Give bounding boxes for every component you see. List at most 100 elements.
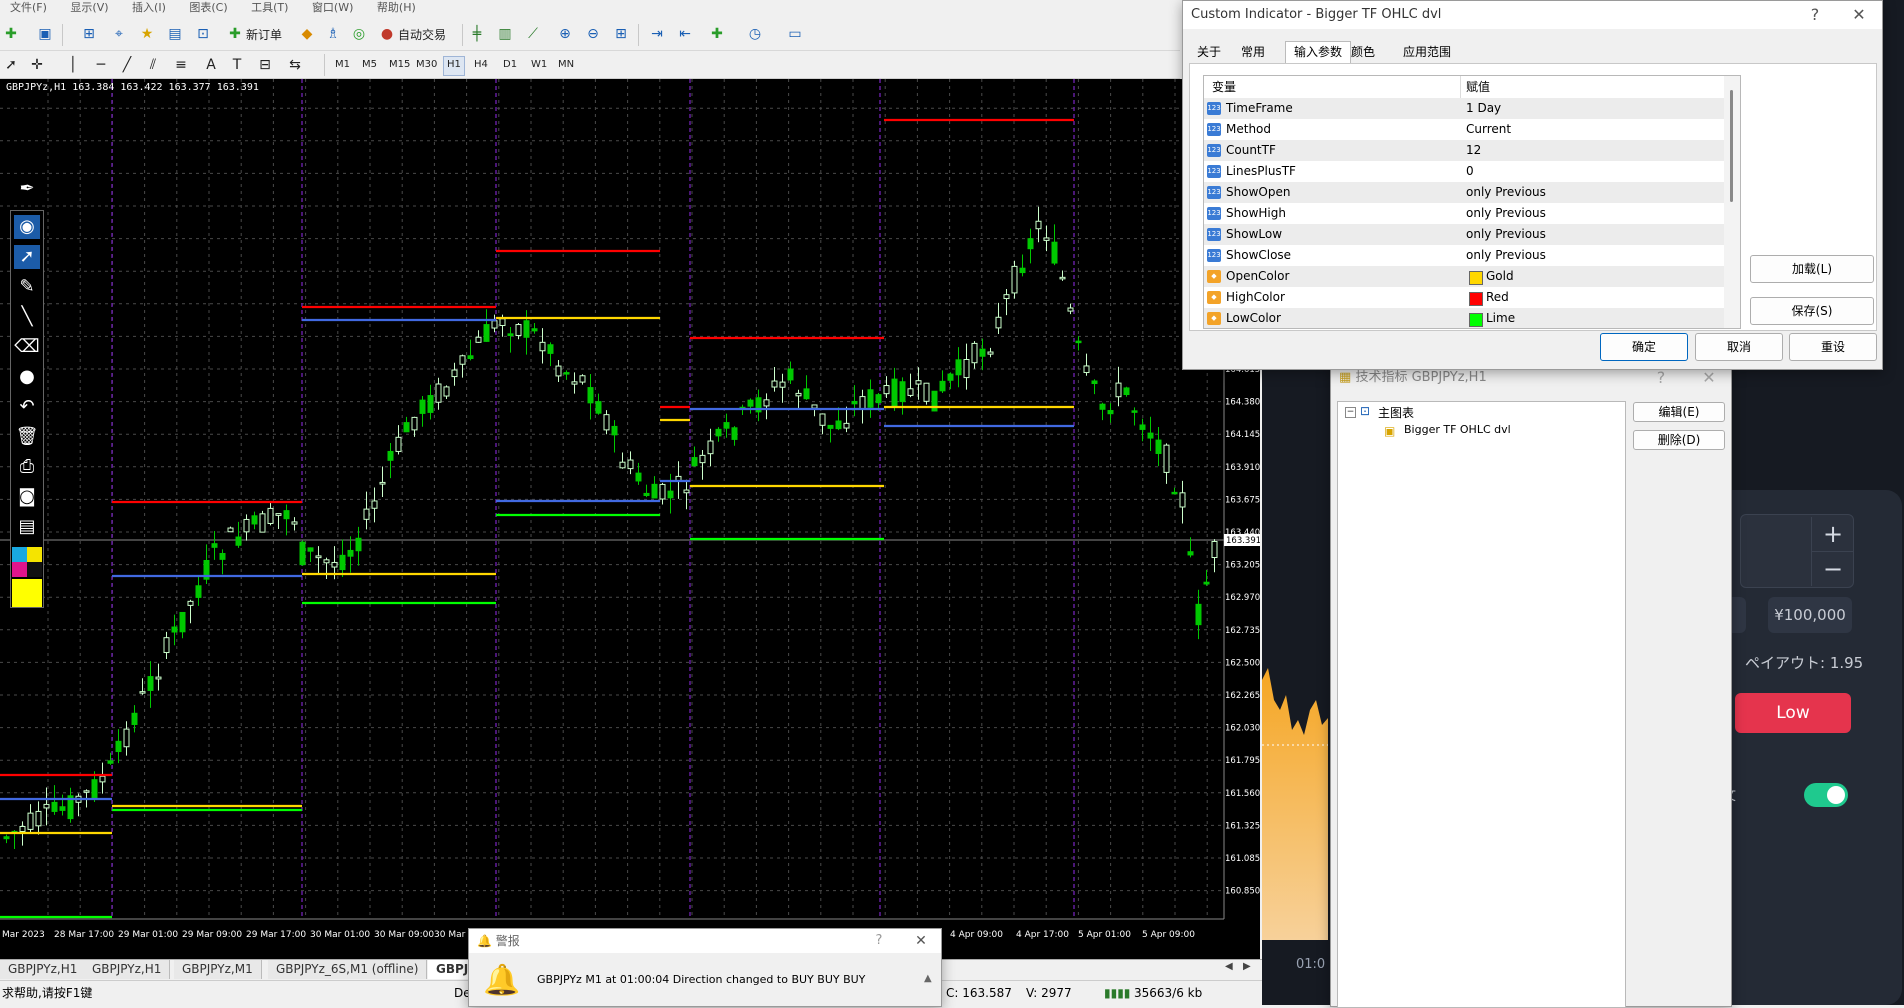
parameter-row[interactable]: 123 TimeFrame 1 Day xyxy=(1204,98,1724,120)
chart-shift-icon[interactable]: ⇥ xyxy=(648,25,666,43)
data-window-icon[interactable]: ⌖ xyxy=(110,25,128,43)
shapes-icon[interactable]: ⊟ xyxy=(256,56,274,74)
pointer-icon[interactable]: ➚ xyxy=(14,245,40,269)
zoom-out-icon[interactable]: ⊖ xyxy=(584,25,602,43)
load-button[interactable]: 加载(L) xyxy=(1750,255,1874,283)
terminal-icon[interactable]: ▤ xyxy=(166,25,184,43)
plus-button[interactable]: + xyxy=(1811,517,1854,551)
indicators-icon[interactable]: ✚ xyxy=(708,25,726,43)
help-button[interactable]: ? xyxy=(1795,1,1835,29)
cyan-swatch[interactable] xyxy=(12,547,27,562)
camera-icon[interactable]: ◙ xyxy=(14,485,40,509)
text-icon[interactable]: A xyxy=(202,56,220,74)
parameter-row[interactable]: 123 LinesPlusTF 0 xyxy=(1204,161,1724,183)
timeframe-w1[interactable]: W1 xyxy=(528,56,550,74)
profiles-icon[interactable]: ▣ xyxy=(36,25,54,43)
amount-preset-100000[interactable]: ¥100,000 xyxy=(1768,597,1852,633)
parameter-value[interactable]: 0 xyxy=(1466,161,1722,182)
price-chart[interactable]: 164.615 164.380 164.145 163.910 163.675 163.4… xyxy=(0,79,1260,959)
parameter-value[interactable]: Lime xyxy=(1466,308,1722,328)
scroll-up-icon[interactable]: ▲ xyxy=(924,973,932,984)
new-order-icon[interactable]: ✚ xyxy=(226,25,244,43)
eye-icon[interactable]: ◉ xyxy=(14,215,40,239)
line-chart-icon[interactable]: ⟋ xyxy=(524,25,542,43)
tree-item-indicator[interactable]: Bigger TF OHLC dvl xyxy=(1404,423,1511,436)
reset-button[interactable]: 重设 xyxy=(1789,333,1877,361)
tab-about[interactable]: 关于 xyxy=(1189,41,1229,63)
tab-inputs[interactable]: 输入参数 xyxy=(1285,41,1352,64)
timeframe-mn[interactable]: MN xyxy=(555,56,577,74)
chart-tab[interactable]: GBPJPYz,M1 xyxy=(174,960,262,979)
timeframe-m1[interactable]: M1 xyxy=(332,56,353,74)
new-chart-icon[interactable]: ✚ xyxy=(2,25,20,43)
metaeditor-icon[interactable]: ◆ xyxy=(298,25,316,43)
cancel-button[interactable]: 取消 xyxy=(1695,333,1783,361)
printer-icon[interactable]: ⎙ xyxy=(14,455,40,479)
menu-help[interactable]: 帮助(H) xyxy=(367,0,426,16)
timeframe-m30[interactable]: M30 xyxy=(413,56,440,74)
parameter-row[interactable]: 123 ShowLow only Previous xyxy=(1204,224,1724,246)
chart-tab[interactable]: GBPJPYz_6S,M1 (offline) xyxy=(268,960,428,979)
chart-tab[interactable]: GBPJPYz,H1 xyxy=(84,960,171,979)
tab-visualization[interactable]: 应用范围 xyxy=(1395,41,1459,63)
pencil-icon[interactable]: ✎ xyxy=(14,275,40,299)
parameter-value[interactable]: only Previous xyxy=(1466,245,1722,266)
timeframe-h1[interactable]: H1 xyxy=(443,56,465,76)
market-watch-icon[interactable]: ⊞ xyxy=(80,25,98,43)
close-button[interactable]: ✕ xyxy=(1839,1,1879,29)
parameter-value[interactable]: Red xyxy=(1466,287,1722,308)
chart-canvas[interactable]: 164.615164.380164.145163.910163.675163.4… xyxy=(0,79,1260,959)
black-swatch[interactable] xyxy=(27,562,42,577)
fibonacci-icon[interactable]: ≡ xyxy=(172,56,190,74)
pen-icon[interactable]: ✒ xyxy=(14,177,40,201)
channel-icon[interactable]: ⫽ xyxy=(144,56,162,74)
yellow-swatch[interactable] xyxy=(27,547,42,562)
auto-trading-icon[interactable]: ● xyxy=(378,25,396,43)
toggle-switch[interactable] xyxy=(1804,783,1848,807)
close-button[interactable]: ✕ xyxy=(901,929,941,953)
timeframe-m5[interactable]: M5 xyxy=(359,56,380,74)
auto-scroll-icon[interactable]: ⇤ xyxy=(676,25,694,43)
scroll-right-icon[interactable]: ▶ xyxy=(1243,961,1251,972)
crosshair-icon[interactable]: ✛ xyxy=(28,56,46,74)
cursor-icon[interactable]: ➚ xyxy=(2,56,20,74)
minus-button[interactable]: − xyxy=(1811,551,1854,586)
tile-windows-icon[interactable]: ⊞ xyxy=(612,25,630,43)
undo-icon[interactable]: ↶ xyxy=(14,395,40,419)
parameter-row[interactable]: ◆ HighColor Red xyxy=(1204,287,1724,309)
candlestick-icon[interactable]: ▥ xyxy=(496,25,514,43)
signals-icon[interactable]: ♗ xyxy=(324,25,342,43)
parameter-value[interactable]: 1 Day xyxy=(1466,98,1722,119)
bar-chart-icon[interactable]: ╪ xyxy=(468,25,486,43)
table-scrollbar[interactable] xyxy=(1724,76,1740,328)
eraser-icon[interactable]: ⌫ xyxy=(14,335,40,359)
menu-insert[interactable]: 插入(I) xyxy=(122,0,176,16)
magenta-swatch[interactable] xyxy=(12,562,27,577)
market-icon[interactable]: ◎ xyxy=(350,25,368,43)
horizontal-line-icon[interactable]: ─ xyxy=(92,56,110,74)
timeframe-m15[interactable]: M15 xyxy=(386,56,413,74)
dot-icon[interactable]: ● xyxy=(14,365,40,389)
parameter-value[interactable]: Current xyxy=(1466,119,1722,140)
scroll-left-icon[interactable]: ◀ xyxy=(1225,961,1233,972)
periods-icon[interactable]: ◷ xyxy=(746,25,764,43)
navigator-icon[interactable]: ★ xyxy=(138,25,156,43)
parameter-row[interactable]: 123 Method Current xyxy=(1204,119,1724,141)
vertical-line-icon[interactable]: │ xyxy=(64,56,82,74)
menu-window[interactable]: 窗口(W) xyxy=(302,0,363,16)
low-button[interactable]: Low xyxy=(1735,693,1851,733)
parameter-row[interactable]: 123 ShowClose only Previous xyxy=(1204,245,1724,267)
auto-trading-button[interactable]: 自动交易 xyxy=(398,25,446,45)
tab-common[interactable]: 常用 xyxy=(1233,41,1273,63)
parameter-value[interactable]: Gold xyxy=(1466,266,1722,287)
parameter-row[interactable]: ◆ LowColor Lime xyxy=(1204,308,1724,328)
parameter-row[interactable]: 123 ShowHigh only Previous xyxy=(1204,203,1724,225)
tree-root-main-chart[interactable]: 主图表 xyxy=(1378,404,1414,421)
ok-button[interactable]: 确定 xyxy=(1600,333,1688,361)
arrows-icon[interactable]: ⇆ xyxy=(286,56,304,74)
menu-tools[interactable]: 工具(T) xyxy=(241,0,298,16)
text-label-icon[interactable]: T xyxy=(228,56,246,74)
new-order-button[interactable]: 新订单 xyxy=(246,25,282,45)
active-color-swatch[interactable] xyxy=(12,579,42,607)
trash-icon[interactable]: 🗑 xyxy=(14,425,40,449)
